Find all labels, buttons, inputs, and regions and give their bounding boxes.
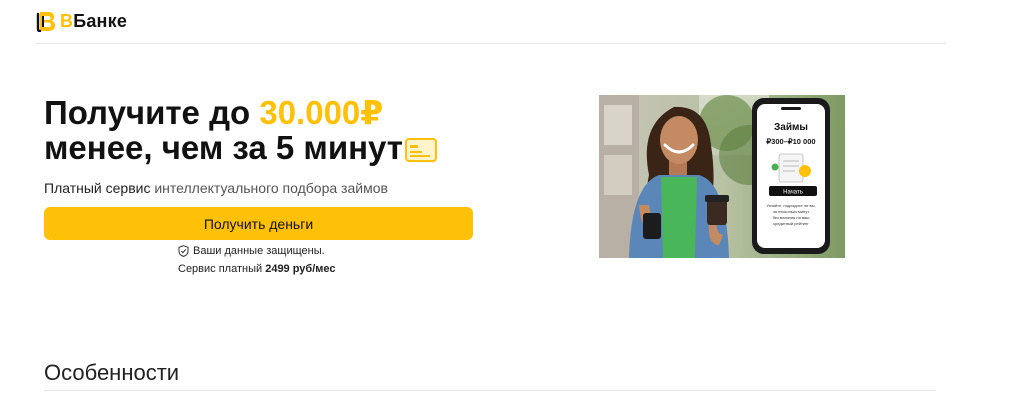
phone-start-label: Начать [783, 190, 803, 196]
shield-check-icon [178, 245, 189, 257]
status-dot-icon [771, 163, 779, 171]
brand-name: ВБанке [60, 11, 127, 32]
subtitle-main: Платный сервис [44, 180, 151, 196]
header-divider [36, 43, 946, 44]
phone-title: Займы [774, 122, 808, 133]
brand-logo-icon [36, 12, 55, 32]
phone-text-line1: Узнайте, подходите ли вы, [766, 203, 815, 208]
phone-text-line4: кредитный рейтинг [773, 221, 809, 226]
features-title: Особенности [44, 360, 180, 385]
hero-image: Займы ₽300–₽10 000 Начать Узнайте, подхо… [599, 95, 845, 258]
brand-name-prefix: В [60, 10, 74, 31]
coin-icon [799, 165, 811, 177]
hero-title-part1: Получите до [44, 94, 260, 131]
hero-illustration: Займы ₽300–₽10 000 Начать Узнайте, подхо… [599, 95, 845, 258]
secure-note: Ваши данные защищены. [178, 245, 325, 257]
hero-title-amount: 30.000₽ [259, 94, 384, 131]
phone-text-line3: без влияния на ваш [773, 215, 810, 220]
brand-logo[interactable]: ВБанке [36, 10, 127, 32]
subtitle-rest: интеллектуального подбора займов [150, 180, 388, 196]
get-money-button[interactable]: Получить деньги [44, 207, 473, 240]
phone-text-line2: за несколько минут [773, 209, 809, 214]
hero-title: Получите до 30.000₽ менее, чем за 5 мину… [44, 95, 437, 165]
brand-name-rest: Банке [73, 10, 128, 31]
price-prefix: Сервис платный [178, 263, 266, 275]
hero-subtitle: Платный сервис интеллектуального подбора… [44, 180, 388, 196]
price-note: Сервис платный 2499 руб/мес [178, 263, 336, 275]
site-header: ВБанке [0, 0, 1024, 44]
phone-range: ₽300–₽10 000 [766, 137, 815, 146]
secure-note-text: Ваши данные защищены. [193, 245, 325, 257]
price-value: 2499 руб/мес [265, 263, 336, 275]
hero-title-line2: менее, чем за 5 минут [44, 129, 403, 166]
features-divider [44, 390, 936, 391]
credit-card-icon [404, 138, 437, 162]
